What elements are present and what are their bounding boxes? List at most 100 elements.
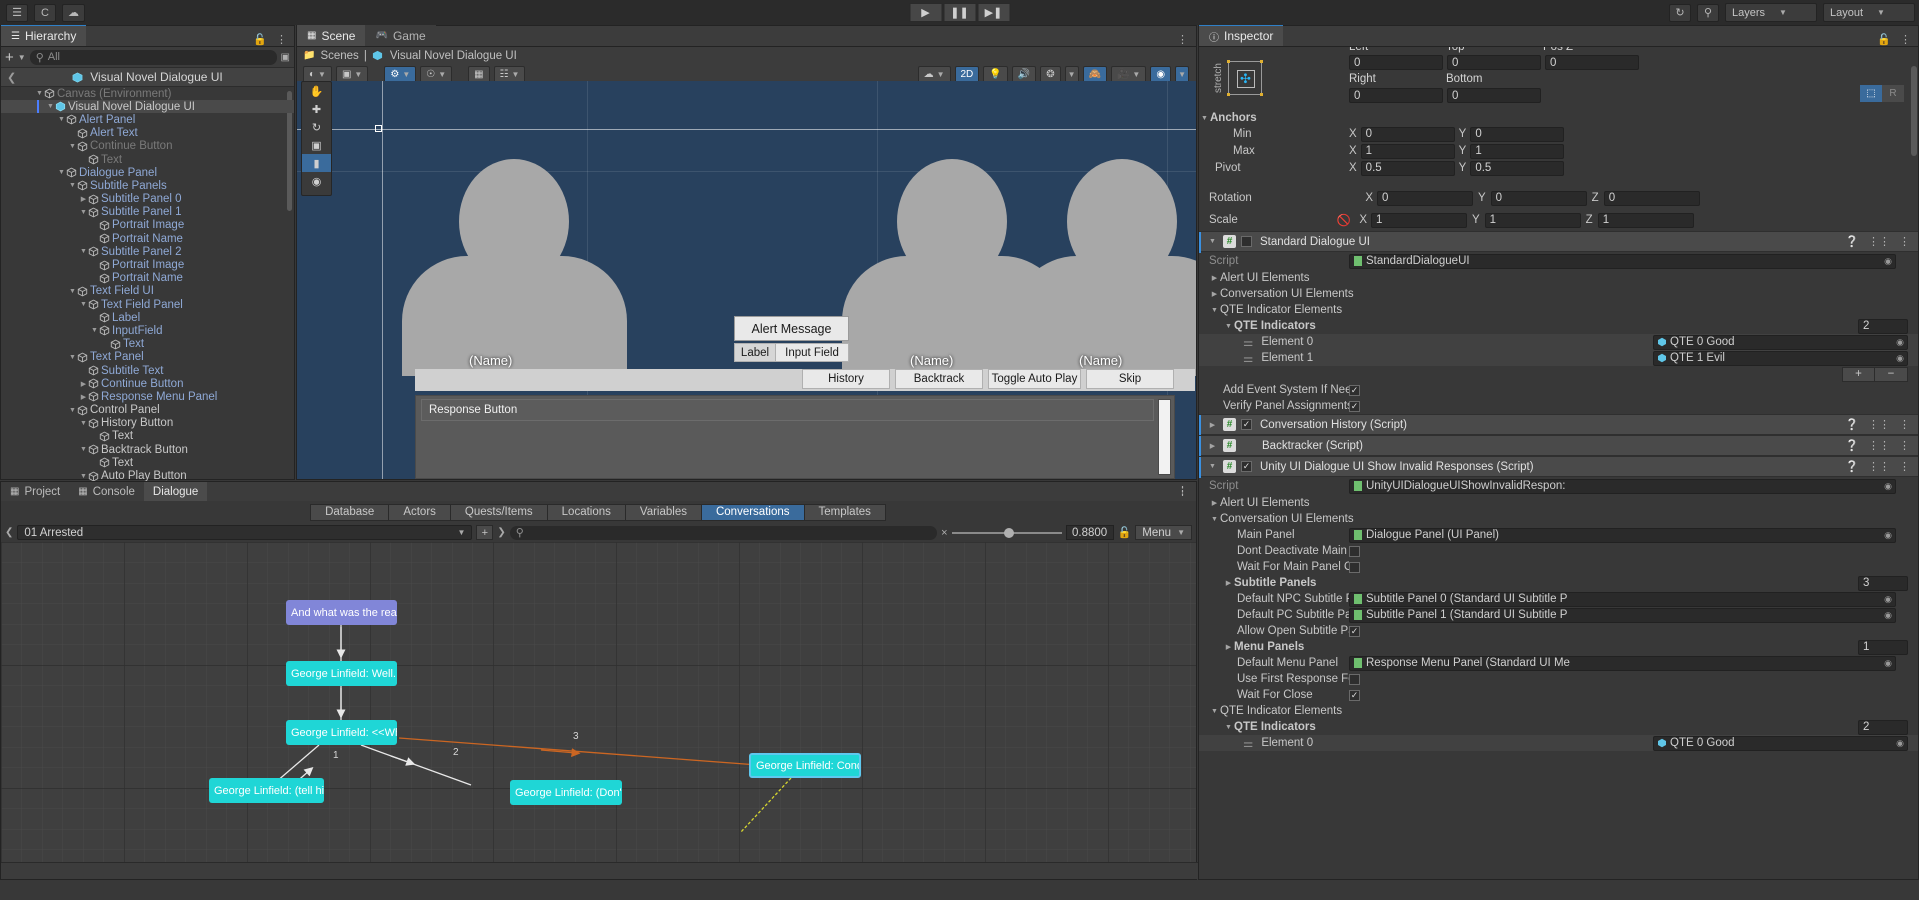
- expand-arrow-icon[interactable]: ▼: [57, 116, 66, 123]
- array-remove-button[interactable]: −: [1875, 366, 1908, 382]
- object-picker-icon[interactable]: ◉: [1896, 353, 1904, 364]
- foldout-icon[interactable]: ▶: [1209, 274, 1220, 282]
- hand-tool-icon[interactable]: ✋: [302, 82, 331, 100]
- dialogue-node[interactable]: And what was the reason fo: [286, 600, 397, 625]
- bottom-field[interactable]: 0: [1447, 88, 1541, 103]
- hierarchy-row[interactable]: Label: [1, 311, 294, 324]
- expand-arrow-icon[interactable]: ▼: [90, 327, 99, 334]
- component-foldout-icon[interactable]: ▼: [1207, 238, 1218, 245]
- expand-arrow-icon[interactable]: ▼: [68, 182, 77, 189]
- history-button[interactable]: History: [802, 369, 890, 389]
- array-add-button[interactable]: +: [1842, 366, 1875, 382]
- rect-tool-icon[interactable]: ▮: [302, 154, 331, 172]
- zoom-slider-knob[interactable]: [1004, 527, 1015, 538]
- inspector-content[interactable]: stretch ✣ Left Top Pos Z 0 0 0 Right Bottom 0 0 ⬚ R ▼ A…: [1199, 47, 1918, 879]
- component-foldout-icon[interactable]: ▶: [1207, 421, 1218, 429]
- foldout-icon[interactable]: ▶: [1223, 643, 1234, 651]
- input-field[interactable]: Input Field: [775, 343, 849, 362]
- hierarchy-row[interactable]: Subtitle Text: [1, 364, 294, 377]
- conversation-node-graph[interactable]: And what was the reason fo George Linfiel…: [1, 542, 1196, 879]
- expand-arrow-icon[interactable]: ▶: [79, 393, 88, 401]
- hierarchy-row[interactable]: Text: [1, 456, 294, 469]
- top-field[interactable]: 0: [1447, 55, 1541, 70]
- dialogue-tab-actors[interactable]: Actors: [388, 503, 451, 521]
- drag-handle-icon[interactable]: ⚌: [1243, 736, 1253, 750]
- foldout-icon[interactable]: ▶: [1209, 499, 1220, 507]
- property-checkbox[interactable]: [1349, 561, 1360, 573]
- layout-dropdown[interactable]: Layout ▼: [1823, 3, 1915, 22]
- conversation-dropdown[interactable]: 01 Arrested ▼: [17, 525, 473, 540]
- foldout-icon[interactable]: ▼: [1209, 516, 1220, 523]
- anchor-min-x[interactable]: 0: [1360, 126, 1455, 142]
- hierarchy-row[interactable]: ▼ Dialogue Panel: [1, 166, 294, 179]
- property-checkbox[interactable]: [1349, 673, 1360, 685]
- component-options-icon[interactable]: ⋮: [1899, 460, 1910, 473]
- object-picker-icon[interactable]: ◉: [1896, 738, 1904, 749]
- component-foldout-icon[interactable]: ▼: [1207, 463, 1218, 470]
- preset-icon[interactable]: ⋮⋮: [1868, 235, 1890, 248]
- hierarchy-row[interactable]: ▶ Response Menu Panel: [1, 390, 294, 403]
- dialogue-node[interactable]: George Linfield: Well...: [286, 661, 397, 686]
- expand-arrow-icon[interactable]: ▶: [79, 380, 88, 388]
- expand-arrow-icon[interactable]: ▼: [79, 301, 88, 308]
- foldout-icon[interactable]: ▼: [1209, 307, 1220, 314]
- property-checkbox[interactable]: ✓: [1349, 400, 1360, 412]
- scale-tool-icon[interactable]: ▣: [302, 136, 331, 154]
- cloud-services-icon[interactable]: ☁: [62, 3, 85, 22]
- preset-icon[interactable]: ⋮⋮: [1868, 439, 1890, 452]
- breadcrumb-current[interactable]: Visual Novel Dialogue UI: [390, 50, 517, 62]
- rotation-x[interactable]: 0: [1377, 190, 1473, 206]
- add-conversation-button[interactable]: +: [476, 525, 494, 540]
- array-size-field[interactable]: 2: [1858, 719, 1908, 735]
- transform-tool-icon[interactable]: ◉: [302, 172, 331, 190]
- script-field[interactable]: UnityUIDialogueUIShowInvalidRespon: ◉: [1349, 478, 1896, 494]
- dialogue-tab-variables[interactable]: Variables: [624, 503, 702, 521]
- next-conversation-icon[interactable]: ❯: [497, 527, 505, 538]
- array-size-field[interactable]: 1: [1858, 639, 1908, 655]
- hierarchy-row[interactable]: Portrait Name: [1, 272, 294, 285]
- component-options-icon[interactable]: ⋮: [1899, 235, 1910, 248]
- component-header[interactable]: ▶ # ✓ Conversation History (Script) ❔ ⋮⋮ ⋮: [1199, 414, 1918, 436]
- property-checkbox[interactable]: ✓: [1349, 384, 1360, 396]
- hierarchy-row[interactable]: Portrait Image: [1, 219, 294, 232]
- expand-arrow-icon[interactable]: ▶: [79, 195, 88, 203]
- hierarchy-row[interactable]: Portrait Name: [1, 232, 294, 245]
- hierarchy-row[interactable]: ▼ Text Panel: [1, 351, 294, 364]
- help-icon[interactable]: ❔: [1845, 235, 1859, 248]
- expand-arrow-icon[interactable]: ▼: [35, 90, 44, 97]
- backtrack-button[interactable]: Backtrack: [895, 369, 983, 389]
- toggle-auto-play-button[interactable]: Toggle Auto Play: [988, 369, 1081, 389]
- hierarchy-row[interactable]: ▼ Canvas (Environment): [1, 87, 294, 100]
- response-button[interactable]: Response Button: [421, 399, 1154, 421]
- tab-inspector[interactable]: ⓘ Inspector: [1199, 25, 1284, 46]
- hierarchy-row[interactable]: ▼ History Button: [1, 417, 294, 430]
- tab-hierarchy[interactable]: ☰ Hierarchy: [1, 25, 87, 46]
- property-object-field[interactable]: Response Menu Panel (Standard UI Me ◉: [1349, 655, 1896, 671]
- help-icon[interactable]: ❔: [1845, 460, 1859, 473]
- panel-options-icon[interactable]: ⋮: [1900, 33, 1911, 46]
- property-object-field[interactable]: Dialogue Panel (UI Panel) ◉: [1349, 527, 1896, 543]
- rect-handle[interactable]: [375, 125, 382, 132]
- hierarchy-row[interactable]: Text: [1, 430, 294, 443]
- expand-arrow-icon[interactable]: ▼: [79, 248, 88, 255]
- zoom-value-field[interactable]: 0.8800: [1065, 525, 1114, 540]
- foldout-icon[interactable]: ▼: [1209, 708, 1220, 715]
- bottom-tab-console[interactable]: ▦ Console: [69, 482, 144, 501]
- expand-arrow-icon[interactable]: ▼: [79, 209, 88, 216]
- property-checkbox[interactable]: ✓: [1349, 625, 1360, 637]
- anchors-foldout-icon[interactable]: ▼: [1199, 115, 1210, 122]
- object-picker-icon[interactable]: ◉: [1884, 481, 1892, 492]
- create-object-button[interactable]: +: [5, 50, 14, 65]
- expand-arrow-icon[interactable]: ▼: [57, 169, 66, 176]
- expand-arrow-icon[interactable]: ▼: [79, 420, 88, 427]
- bottom-tab-project[interactable]: ▦ Project: [1, 482, 69, 501]
- dialogue-tab-locations[interactable]: Locations: [546, 503, 626, 521]
- hierarchy-row[interactable]: ▼ Backtrack Button: [1, 443, 294, 456]
- component-header[interactable]: ▼ # ✓ Unity UI Dialogue UI Show Invalid Res…: [1199, 456, 1918, 478]
- foldout-icon[interactable]: ▼: [1223, 724, 1234, 731]
- object-picker-icon[interactable]: ◉: [1884, 610, 1892, 621]
- object-picker-icon[interactable]: ◉: [1884, 658, 1892, 669]
- object-picker-icon[interactable]: ◉: [1884, 256, 1892, 267]
- breadcrumb-scenes[interactable]: Scenes: [320, 50, 358, 62]
- hierarchy-row[interactable]: ▼ Subtitle Panels: [1, 179, 294, 192]
